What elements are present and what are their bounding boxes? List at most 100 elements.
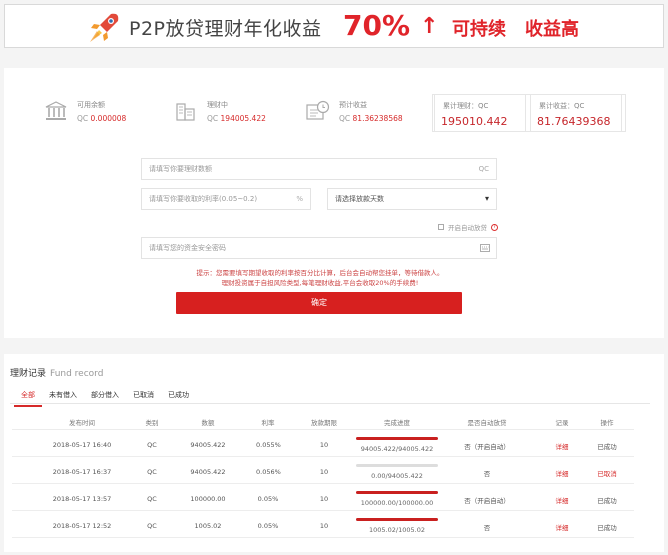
promo-banner[interactable]: P2P放贷理财年化收益 70% ↑ 可持续 收益高 bbox=[4, 4, 664, 48]
rate-placeholder: 请填写你要收取的利率(0.05~0.2) bbox=[149, 195, 258, 203]
progress-fill bbox=[356, 518, 438, 521]
column-header: 数额 bbox=[201, 419, 215, 427]
table-cell-amount: 94005.422 bbox=[190, 468, 226, 476]
column-header: 利率 bbox=[261, 419, 275, 427]
table-cell-action: 已成功 bbox=[597, 524, 617, 532]
table-cell-term: 10 bbox=[319, 495, 329, 503]
stat-label: 可用余额 bbox=[77, 101, 105, 109]
fund-records: 理财记录 Fund record 全部 未有借入 部分借入 已取消 已成功 发布时… bbox=[4, 354, 664, 552]
table-cell-action: 已成功 bbox=[597, 443, 617, 451]
progress-bar bbox=[356, 491, 438, 494]
table-cell-rate: 0.05% bbox=[257, 522, 279, 530]
table-cell-type: QC bbox=[147, 441, 157, 449]
column-header: 是否自动放贷 bbox=[467, 419, 507, 427]
help-icon[interactable]: ? bbox=[491, 223, 498, 231]
detail-link[interactable]: 详细 bbox=[550, 441, 574, 451]
tab-partially-borrowed[interactable]: 部分借入 bbox=[84, 390, 126, 407]
progress-text: 100000.00/100000.00 bbox=[360, 499, 434, 507]
records-tabs: 全部 未有借入 部分借入 已取消 已成功 bbox=[14, 390, 196, 407]
progress-bar bbox=[356, 518, 438, 521]
rocket-icon bbox=[90, 13, 119, 42]
table-cell-term: 10 bbox=[319, 468, 329, 476]
records-title-en: Fund record bbox=[50, 369, 104, 379]
chevron-down-icon: ▾ bbox=[484, 194, 489, 203]
table-cell-type: QC bbox=[147, 495, 157, 503]
auto-lend-label: 开启自动放贷 bbox=[448, 224, 487, 232]
progress-fill bbox=[356, 491, 438, 494]
auto-lend-toggle[interactable]: 开启自动放贷 ? bbox=[438, 222, 498, 232]
column-header: 发布时间 bbox=[69, 419, 95, 427]
password-input[interactable]: 请填写您的资金安全密码 bbox=[141, 237, 497, 259]
table-cell-action: 已取消 bbox=[597, 470, 617, 478]
table-row: 2018-05-17 13:57 QC 100000.00 0.05% 10 否（开启自动… bbox=[12, 484, 634, 511]
summary-value: 81.76439368 bbox=[537, 115, 611, 128]
tab-not-borrowed[interactable]: 未有借入 bbox=[42, 390, 84, 407]
page: P2P放贷理财年化收益 70% ↑ 可持续 收益高 可用余额 QC 0.0000… bbox=[0, 0, 668, 555]
table-row: 2018-05-17 12:52 QC 1005.02 0.05% 10 否 详细 已成功 10… bbox=[12, 511, 634, 538]
column-header: 完成进度 bbox=[384, 419, 410, 427]
amount-input[interactable]: 请填写你要理财数额 QC bbox=[141, 158, 497, 180]
progress-text: 1005.02/1005.02 bbox=[369, 526, 425, 534]
table-cell-term: 10 bbox=[319, 441, 329, 449]
column-header: 类别 bbox=[145, 419, 159, 427]
detail-link[interactable]: 详细 bbox=[550, 468, 574, 478]
stat-value: QC 81.36238568 bbox=[339, 114, 403, 123]
detail-link[interactable]: 详细 bbox=[550, 495, 574, 505]
banner-high-return: 收益高 bbox=[525, 19, 579, 40]
table-cell-amount: 1005.02 bbox=[194, 522, 222, 530]
days-select[interactable]: 请选择放款天数 ▾ bbox=[327, 188, 497, 210]
table-cell-amount: 94005.422 bbox=[190, 441, 226, 449]
table-cell-auto: 否 bbox=[483, 524, 491, 532]
summary-total-invested: 累计理财：QC 195010.442 bbox=[434, 94, 526, 132]
table-cell-auto: 否（开启自动） bbox=[464, 443, 510, 451]
progress-fill bbox=[356, 437, 438, 440]
bank-icon bbox=[45, 101, 67, 120]
amount-placeholder: 请填写你要理财数额 bbox=[149, 165, 212, 173]
table-cell-type: QC bbox=[147, 522, 157, 530]
table-cell-rate: 0.055% bbox=[256, 441, 281, 449]
summary-label: 累计收益：QC bbox=[539, 102, 585, 110]
building-icon bbox=[176, 103, 195, 121]
table-header: 发布时间 类别 数额 利率 放款期限 完成进度 是否自动放贷 记录 操作 bbox=[12, 412, 634, 430]
summary-value: 195010.442 bbox=[441, 115, 508, 128]
table-cell-time: 2018-05-17 12:52 bbox=[52, 522, 112, 530]
rate-input[interactable]: 请填写你要收取的利率(0.05~0.2) % bbox=[141, 188, 311, 210]
table-cell-time: 2018-05-17 13:57 bbox=[52, 495, 112, 503]
auto-lend-checkbox[interactable] bbox=[438, 224, 444, 230]
banner-title: P2P放贷理财年化收益 bbox=[129, 18, 322, 40]
lending-tip: 提示：您需要填写期望收取的利率按百分比计算，后台会自动帮您挂单，等待借款人。 理… bbox=[140, 268, 500, 288]
table-cell-time: 2018-05-17 16:40 bbox=[52, 441, 112, 449]
table-cell-amount: 100000.00 bbox=[190, 495, 226, 503]
column-header: 放款期限 bbox=[311, 419, 337, 427]
password-placeholder: 请填写您的资金安全密码 bbox=[149, 244, 226, 252]
table-cell-auto: 否 bbox=[483, 470, 491, 478]
table-cell-rate: 0.056% bbox=[256, 468, 281, 476]
table-row: 2018-05-17 16:37 QC 94005.422 0.056% 10 否 详细 已取… bbox=[12, 457, 634, 484]
table-cell-auto: 否（开启自动） bbox=[464, 497, 510, 505]
tab-cancelled[interactable]: 已取消 bbox=[126, 390, 161, 407]
progress-bar bbox=[356, 464, 438, 467]
days-select-value: 请选择放款天数 bbox=[335, 195, 384, 203]
summary-total-return: 累计收益：QC 81.76439368 bbox=[530, 94, 622, 132]
progress-bar bbox=[356, 437, 438, 440]
stat-value: QC 194005.422 bbox=[207, 114, 266, 123]
confirm-button[interactable]: 确定 bbox=[176, 292, 462, 314]
stat-label: 理财中 bbox=[207, 101, 228, 109]
detail-link[interactable]: 详细 bbox=[550, 522, 574, 532]
table-cell-action: 已成功 bbox=[597, 497, 617, 505]
records-title: 理财记录 Fund record bbox=[10, 366, 103, 379]
progress-text: 94005.422/94005.422 bbox=[360, 445, 434, 453]
table-cell-time: 2018-05-17 16:37 bbox=[52, 468, 112, 476]
table-cell-type: QC bbox=[147, 468, 157, 476]
keyboard-icon[interactable] bbox=[480, 244, 490, 252]
tip-line: 提示：您需要填写期望收取的利率按百分比计算，后台会自动帮您挂单，等待借款人。 bbox=[196, 269, 444, 277]
column-header: 操作 bbox=[600, 419, 614, 427]
summary-label: 累计理财：QC bbox=[443, 102, 489, 110]
amount-suffix: QC bbox=[478, 165, 489, 173]
column-header: 记录 bbox=[555, 419, 569, 427]
tip-line: 理财投资属于自担风险类型,每笔理财收益,平台会收取20%的手续费! bbox=[221, 279, 419, 287]
divider bbox=[10, 403, 650, 404]
tab-succeeded[interactable]: 已成功 bbox=[161, 390, 196, 407]
table-row: 2018-05-17 16:40 QC 94005.422 0.055% 10 否（开启自… bbox=[12, 430, 634, 457]
tab-all[interactable]: 全部 bbox=[14, 390, 42, 407]
